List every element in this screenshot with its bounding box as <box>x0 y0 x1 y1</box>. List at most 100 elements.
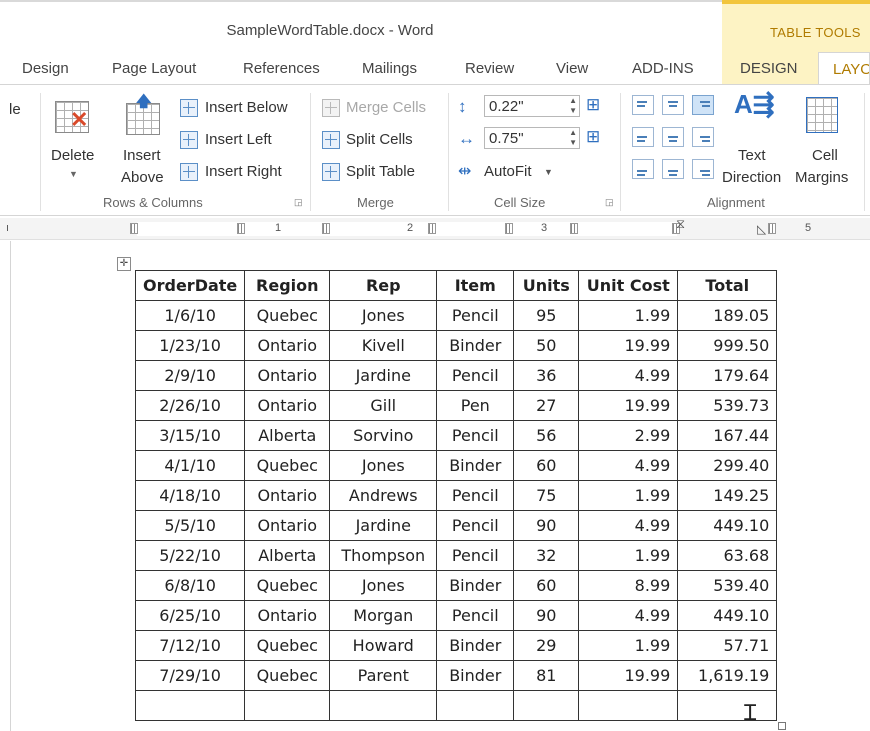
table-cell[interactable]: Ontario <box>244 390 331 421</box>
table-cell[interactable] <box>134 690 246 721</box>
table-cell[interactable]: Jones <box>329 570 438 601</box>
insert-above-line1[interactable]: Insert <box>123 147 161 164</box>
align-center-right-button[interactable] <box>692 127 714 147</box>
table-cell[interactable]: Pencil <box>436 420 515 451</box>
table-cell[interactable]: Parent <box>329 660 438 691</box>
table-cell[interactable]: 63.68 <box>677 540 778 571</box>
table-cell[interactable]: 4.99 <box>578 510 679 541</box>
align-center-left-button[interactable] <box>632 127 654 147</box>
table-cell[interactable]: 4/18/10 <box>134 480 246 511</box>
table-cell[interactable]: Quebec <box>244 570 331 601</box>
table-cell[interactable]: Jones <box>329 450 438 481</box>
table-cell[interactable]: 75 <box>513 480 580 511</box>
table-cell[interactable]: 539.40 <box>677 570 778 601</box>
table-cell[interactable]: 50 <box>513 330 580 361</box>
table-cell[interactable]: 1.99 <box>578 540 679 571</box>
align-top-center-button[interactable] <box>662 95 684 115</box>
table-cell[interactable]: Morgan <box>329 600 438 631</box>
table-cell[interactable]: 449.10 <box>677 600 778 631</box>
table-cell[interactable]: 19.99 <box>578 660 679 691</box>
table-cell[interactable] <box>329 690 438 721</box>
table-cell[interactable]: 189.05 <box>677 300 778 331</box>
table-cell[interactable]: Ontario <box>244 360 331 391</box>
table-cell[interactable]: Kivell <box>329 330 438 361</box>
table-cell[interactable]: Pen <box>436 390 515 421</box>
tab-design[interactable]: Design <box>22 60 69 77</box>
table-resize-handle-icon[interactable] <box>778 722 786 730</box>
split-cells-button[interactable]: Split Cells <box>346 131 413 148</box>
table-cell[interactable]: 1.99 <box>578 300 679 331</box>
merge-cells-button[interactable]: Merge Cells <box>346 99 426 116</box>
table-cell[interactable]: 5/5/10 <box>134 510 246 541</box>
table-cell[interactable]: 7/12/10 <box>134 630 246 661</box>
tab-table-layout[interactable]: LAYOUT <box>818 52 870 86</box>
table-cell[interactable]: Ontario <box>244 480 331 511</box>
column-marker[interactable] <box>768 223 776 234</box>
align-top-right-button[interactable] <box>692 95 714 115</box>
table-cell[interactable]: 95 <box>513 300 580 331</box>
spinner-arrows-icon[interactable]: ▲ ▼ <box>569 96 577 116</box>
text-direction-icon[interactable]: A⇶ <box>734 89 775 120</box>
row-height-input[interactable]: 0.22" ▲ ▼ <box>484 95 580 117</box>
table-cell[interactable]: 2.99 <box>578 420 679 451</box>
column-marker[interactable] <box>505 223 513 234</box>
text-direction-line2[interactable]: Direction <box>722 169 781 186</box>
align-bottom-right-button[interactable] <box>692 159 714 179</box>
document-canvas[interactable]: ✛ OrderDate Region Rep Item Units Unit C… <box>0 241 870 731</box>
table-cell[interactable]: 539.73 <box>677 390 778 421</box>
table-cell[interactable]: 6/25/10 <box>134 600 246 631</box>
table-cell[interactable]: 3/15/10 <box>134 420 246 451</box>
partial-button-label[interactable]: le <box>9 101 21 118</box>
table-cell[interactable]: Ontario <box>244 600 331 631</box>
column-marker[interactable] <box>428 223 436 234</box>
column-marker[interactable] <box>322 223 330 234</box>
table-cell[interactable]: Sorvino <box>329 420 438 451</box>
distribute-rows-icon[interactable]: ⊞ <box>586 95 600 115</box>
spinner-arrows-icon[interactable]: ▲ ▼ <box>569 128 577 148</box>
table-cell[interactable]: 60 <box>513 450 580 481</box>
tab-review[interactable]: Review <box>465 60 514 77</box>
table-cell[interactable]: Jardine <box>329 360 438 391</box>
column-header-orderdate[interactable]: OrderDate <box>134 270 246 301</box>
table-cell[interactable]: Andrews <box>329 480 438 511</box>
table-cell[interactable]: 299.40 <box>677 450 778 481</box>
autofit-button[interactable]: AutoFit <box>484 163 532 180</box>
cell-margins-line2[interactable]: Margins <box>795 169 848 186</box>
table-cell[interactable]: 81 <box>513 660 580 691</box>
table-cell[interactable] <box>436 690 515 721</box>
table-cell[interactable] <box>677 690 778 721</box>
distribute-columns-icon[interactable]: ⊞ <box>586 127 600 147</box>
table-cell[interactable]: 179.64 <box>677 360 778 391</box>
table-cell[interactable]: 449.10 <box>677 510 778 541</box>
table-cell[interactable]: 90 <box>513 510 580 541</box>
align-bottom-left-button[interactable] <box>632 159 654 179</box>
table-cell[interactable]: Quebec <box>244 300 331 331</box>
table-cell[interactable]: 149.25 <box>677 480 778 511</box>
table-cell[interactable]: 1,619.19 <box>677 660 778 691</box>
align-bottom-center-button[interactable] <box>662 159 684 179</box>
tab-table-design[interactable]: DESIGN <box>740 60 798 77</box>
table-cell[interactable]: Pencil <box>436 360 515 391</box>
table-cell[interactable]: 90 <box>513 600 580 631</box>
column-header-rep[interactable]: Rep <box>329 270 438 301</box>
tab-view[interactable]: View <box>556 60 588 77</box>
column-header-unit-cost[interactable]: Unit Cost <box>578 270 679 301</box>
table-cell[interactable]: 1/23/10 <box>134 330 246 361</box>
table-cell[interactable]: Pencil <box>436 480 515 511</box>
table-cell[interactable]: 32 <box>513 540 580 571</box>
insert-left-button[interactable]: Insert Left <box>205 131 272 148</box>
table-cell[interactable]: Howard <box>329 630 438 661</box>
table-cell[interactable]: 167.44 <box>677 420 778 451</box>
table-cell[interactable]: Quebec <box>244 630 331 661</box>
tab-mailings[interactable]: Mailings <box>362 60 417 77</box>
table-cell[interactable]: 19.99 <box>578 330 679 361</box>
table-cell[interactable]: Jones <box>329 300 438 331</box>
insert-above-line2[interactable]: Above <box>121 169 164 186</box>
align-top-left-button[interactable] <box>632 95 654 115</box>
column-header-units[interactable]: Units <box>513 270 580 301</box>
table-cell[interactable] <box>244 690 331 721</box>
table-cell[interactable]: Alberta <box>244 540 331 571</box>
table-cell[interactable]: Pencil <box>436 540 515 571</box>
table-cell[interactable]: 29 <box>513 630 580 661</box>
table-cell[interactable]: 5/22/10 <box>134 540 246 571</box>
